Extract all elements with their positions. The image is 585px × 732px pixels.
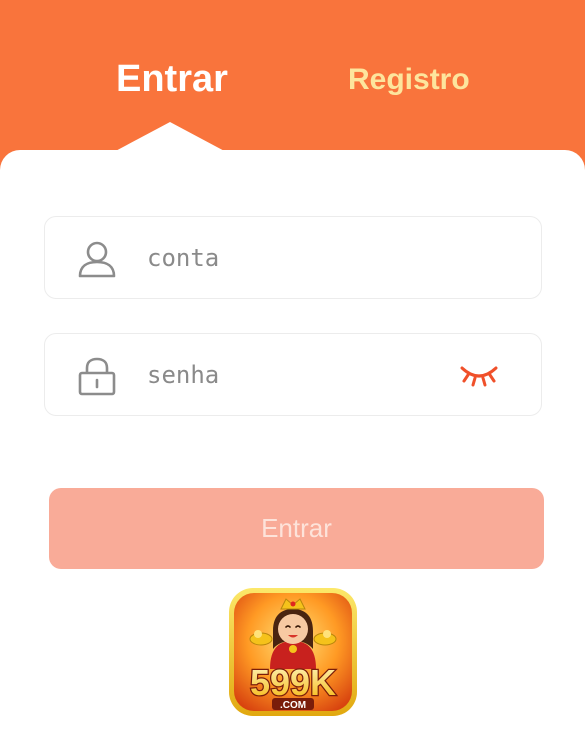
login-page: Entrar Registro Entrar [0,0,585,732]
logo-sub-text: .COM [280,700,306,711]
eye-closed-icon[interactable] [459,362,499,388]
tab-login[interactable]: Entrar [116,58,228,101]
user-icon [78,241,116,278]
account-field[interactable] [44,216,542,299]
tab-register[interactable]: Registro [348,63,470,97]
account-input[interactable] [147,237,447,279]
brand-logo: 599K .COM [229,588,357,716]
header-banner: Entrar Registro [0,0,585,170]
password-input[interactable] [147,354,447,396]
password-field[interactable] [44,333,542,416]
logo-main-text: 599K [250,662,336,703]
login-submit-button[interactable]: Entrar [49,488,544,569]
active-tab-indicator [110,122,230,154]
lock-icon [78,357,116,396]
